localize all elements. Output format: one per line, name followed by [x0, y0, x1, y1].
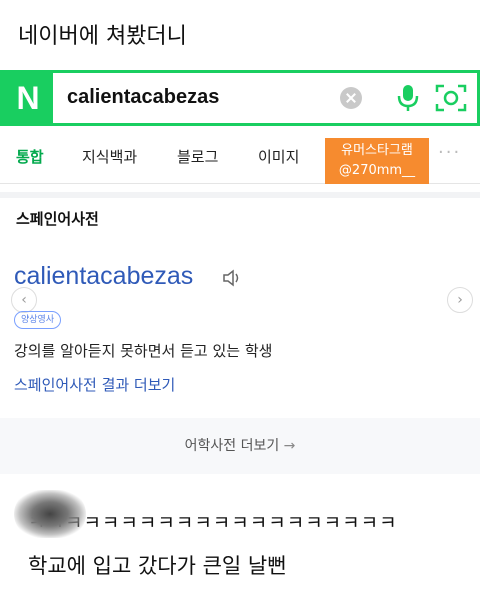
- tab-integrated[interactable]: 통합: [16, 146, 44, 167]
- dictionary-more-link[interactable]: 스페인어사전 결과 더보기: [14, 374, 175, 395]
- clear-icon[interactable]: [340, 87, 362, 109]
- search-bar: N calientacabezas: [0, 70, 480, 126]
- tab-blog[interactable]: 블로그: [177, 146, 218, 167]
- tab-images[interactable]: 이미지: [258, 146, 299, 167]
- watermark-line2: @270mm__: [338, 163, 416, 178]
- tabs-more-icon[interactable]: ···: [438, 142, 461, 163]
- word-meaning: 강의를 알아듣지 못하면서 듣고 있는 학생: [14, 342, 273, 360]
- watermark-line1: 유머스타그램: [341, 143, 413, 158]
- lens-icon[interactable]: [435, 83, 467, 113]
- caption-top: 네이버에 쳐봤더니: [18, 24, 187, 49]
- tab-knowledge[interactable]: 지식백과: [82, 146, 137, 167]
- section-title: 스페인어사전: [16, 210, 99, 228]
- mic-icon[interactable]: [395, 83, 421, 113]
- caption-bottom: 학교에 입고 갔다가 큰일 날뻔: [28, 554, 287, 578]
- divider: [0, 192, 480, 198]
- dict-more-button[interactable]: 어학사전 더보기 →: [0, 418, 480, 474]
- chevron-left-icon[interactable]: ‹: [11, 287, 37, 313]
- dictionary-word[interactable]: calientacabezas: [14, 262, 193, 291]
- naver-logo[interactable]: N: [3, 73, 53, 123]
- arrow-right-icon: →: [283, 438, 296, 454]
- dict-more-label: 어학사전 더보기: [184, 438, 280, 454]
- search-input[interactable]: calientacabezas: [67, 86, 219, 109]
- redaction-blur: [14, 490, 86, 538]
- watermark: 유머스타그램 @270mm__: [325, 138, 429, 184]
- word-badge: 양상영사: [14, 311, 62, 329]
- speaker-icon[interactable]: [222, 268, 244, 288]
- chevron-right-icon[interactable]: ›: [447, 287, 473, 313]
